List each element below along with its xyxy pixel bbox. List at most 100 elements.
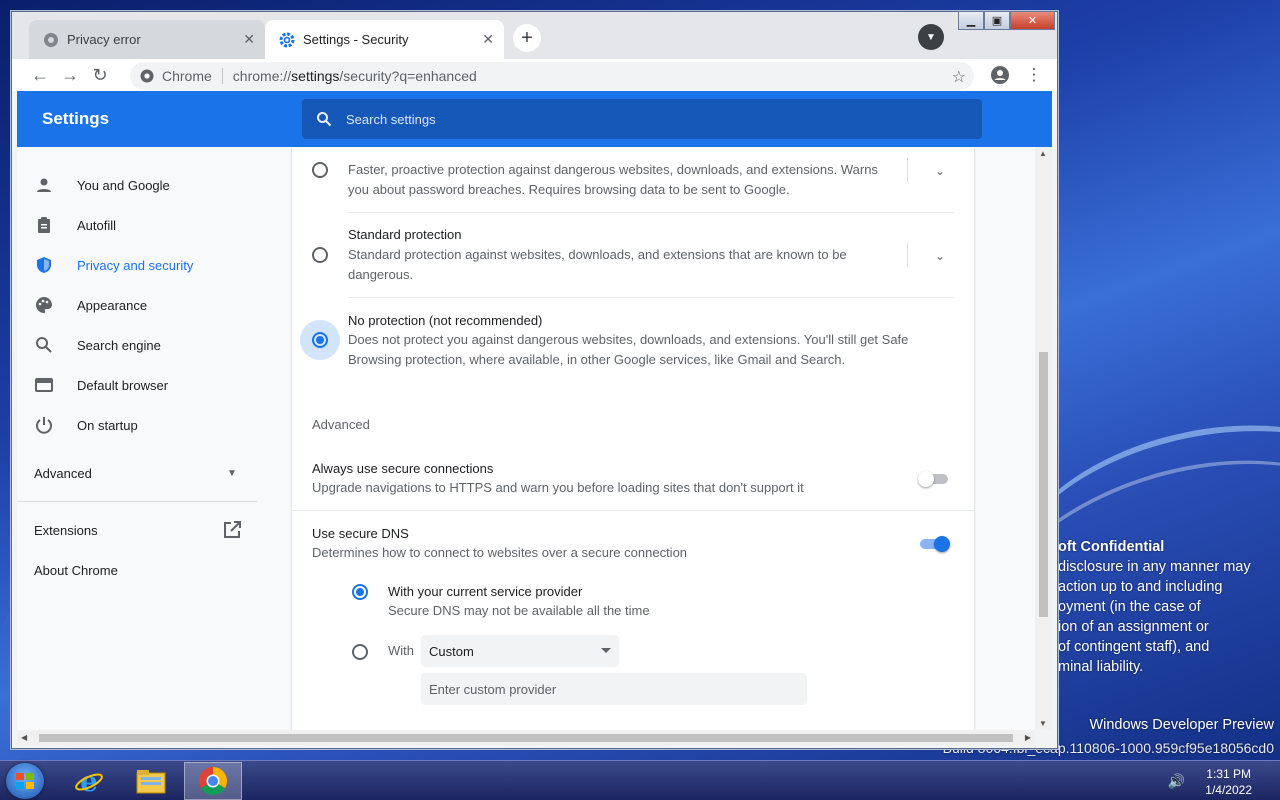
external-link-icon[interactable] — [223, 521, 241, 542]
close-tab-icon[interactable]: ✕ — [243, 31, 255, 48]
scroll-down-icon[interactable]: ▼ — [1039, 719, 1047, 728]
chrome-logo-icon — [140, 69, 154, 83]
dns-provider-select[interactable]: Custom — [421, 635, 619, 667]
privacy-error-icon — [43, 32, 59, 48]
start-button[interactable] — [6, 763, 44, 799]
sidebar-item-privacy-and-security[interactable]: Privacy and security — [17, 245, 277, 285]
volume-icon[interactable]: 🔊 — [1168, 773, 1185, 790]
standard-protection-desc: Standard protection against websites, do… — [348, 247, 847, 282]
chevron-down-icon[interactable]: ▼ — [227, 468, 237, 479]
watermark-line: oyment (in the case of — [1058, 599, 1201, 615]
settings-content: You and Google Autofill Privacy and secu… — [17, 147, 1052, 730]
forward-icon[interactable]: → — [55, 60, 85, 90]
search-settings-input[interactable] — [346, 111, 946, 127]
secure-dns-title: Use secure DNS — [312, 526, 409, 541]
no-protection-title: No protection (not recommended) — [348, 313, 543, 328]
sidebar-item-extensions[interactable]: Extensions — [34, 523, 98, 538]
window-controls: ▁ ▣ ✕ — [958, 11, 1055, 30]
sidebar-item-appearance[interactable]: Appearance — [17, 285, 277, 325]
chrome-taskbar-icon[interactable] — [184, 762, 242, 800]
tab-strip: Privacy error ✕ Settings - Security ✕ + … — [12, 11, 1057, 59]
clock[interactable]: 1:31 PM 1/4/2022 — [1205, 766, 1252, 800]
scroll-right-icon[interactable]: ▶ — [1025, 733, 1031, 742]
sidebar-item-autofill[interactable]: Autofill — [17, 205, 277, 245]
bookmark-star-icon[interactable]: ☆ — [952, 67, 966, 87]
radio-no-protection[interactable] — [312, 332, 328, 348]
confidential-watermark: oft Confidential disclosure in any manne… — [1058, 537, 1280, 677]
sidebar-item-about-chrome[interactable]: About Chrome — [34, 563, 118, 578]
minimize-icon[interactable]: ▁ — [958, 11, 984, 30]
radio-enhanced-protection[interactable] — [312, 162, 328, 178]
scroll-up-icon[interactable]: ▲ — [1039, 149, 1047, 158]
radio-dns-current-provider[interactable] — [352, 584, 368, 600]
tab-search-icon[interactable]: ▼ — [918, 24, 944, 50]
vertical-scrollbar[interactable]: ▲ ▼ — [1035, 147, 1052, 730]
sidebar-item-default-browser[interactable]: Default browser — [17, 365, 277, 405]
windows-logo-icon — [16, 773, 34, 789]
scroll-thumb[interactable] — [1039, 352, 1048, 617]
file-explorer-icon[interactable] — [122, 762, 180, 800]
chrome-window: Privacy error ✕ Settings - Security ✕ + … — [11, 11, 1058, 749]
sidebar-item-label: On startup — [77, 417, 138, 433]
url-host: settings — [291, 68, 340, 84]
svg-text:e: e — [80, 766, 98, 796]
tab-settings-security[interactable]: Settings - Security ✕ — [265, 20, 504, 59]
chevron-down-icon[interactable]: ⌄ — [935, 249, 945, 263]
custom-dns-provider-input[interactable] — [421, 673, 807, 705]
watermark-line: of contingent staff), and — [1058, 639, 1210, 655]
power-icon — [34, 415, 54, 435]
settings-title: Settings — [42, 109, 110, 128]
sidebar-divider — [17, 501, 257, 502]
dns-current-provider-title: With your current service provider — [388, 584, 583, 599]
more-menu-icon[interactable]: ⋮ — [1019, 60, 1049, 90]
clipboard-icon — [34, 215, 54, 235]
sidebar-item-you-and-google[interactable]: You and Google — [17, 165, 277, 205]
site-chip-label: Chrome — [162, 68, 212, 84]
enhanced-protection-desc: Faster, proactive protection against dan… — [348, 162, 878, 197]
shield-icon — [34, 255, 54, 275]
close-tab-icon[interactable]: ✕ — [482, 31, 494, 48]
sidebar-item-label: You and Google — [77, 177, 170, 193]
site-chip[interactable]: Chrome — [140, 68, 223, 84]
divider — [292, 510, 974, 511]
sidebar-item-label: Default browser — [77, 377, 169, 393]
taskbar: e 🔊 1:31 PM 1/4/2022 — [0, 760, 1280, 800]
watermark-line: minal liability. — [1058, 659, 1144, 675]
chevron-down-icon[interactable]: ⌄ — [935, 164, 945, 178]
maximize-icon[interactable]: ▣ — [984, 11, 1010, 30]
secure-dns-toggle[interactable] — [918, 536, 950, 552]
close-window-icon[interactable]: ✕ — [1010, 11, 1055, 30]
radio-standard-protection[interactable] — [312, 247, 328, 263]
address-bar[interactable]: Chrome chrome://settings/security?q=enha… — [130, 62, 974, 90]
scroll-left-icon[interactable]: ◀ — [21, 733, 27, 742]
tab-privacy-error[interactable]: Privacy error ✕ — [29, 20, 265, 59]
dns-provider-value: Custom — [429, 643, 474, 659]
watermark-line: action up to and including — [1058, 579, 1223, 595]
divider — [907, 243, 908, 267]
browser-toolbar: ← → ↻ Chrome chrome://settings/security?… — [12, 59, 1057, 91]
https-only-toggle[interactable] — [918, 471, 950, 487]
standard-protection-title: Standard protection — [348, 227, 462, 242]
scroll-thumb[interactable] — [39, 734, 1013, 742]
search-settings-box[interactable] — [302, 99, 982, 139]
secure-dns-desc: Determines how to connect to websites ov… — [312, 545, 688, 560]
back-icon[interactable]: ← — [25, 60, 55, 90]
profile-icon[interactable] — [985, 60, 1015, 90]
dns-current-provider-desc: Secure DNS may not be available all the … — [388, 603, 650, 618]
watermark-line: oft Confidential — [1058, 539, 1165, 555]
tab-title: Privacy error — [67, 32, 141, 47]
horizontal-scrollbar[interactable]: ◀ ▶ — [17, 730, 1035, 745]
divider — [907, 158, 908, 182]
internet-explorer-icon[interactable]: e — [60, 762, 118, 800]
sidebar-advanced-toggle[interactable]: Advanced — [34, 466, 92, 481]
sidebar-item-on-startup[interactable]: On startup — [17, 405, 277, 445]
windows-preview-label: Windows Developer Preview — [1089, 717, 1274, 733]
radio-dns-custom[interactable] — [352, 644, 368, 660]
sidebar-item-search-engine[interactable]: Search engine — [17, 325, 277, 365]
reload-icon[interactable]: ↻ — [85, 60, 115, 90]
sidebar-item-label: Privacy and security — [77, 257, 194, 273]
new-tab-button[interactable]: + — [513, 24, 541, 52]
person-icon — [34, 175, 54, 195]
search-icon — [34, 335, 54, 355]
sidebar-item-label: Appearance — [77, 297, 148, 313]
